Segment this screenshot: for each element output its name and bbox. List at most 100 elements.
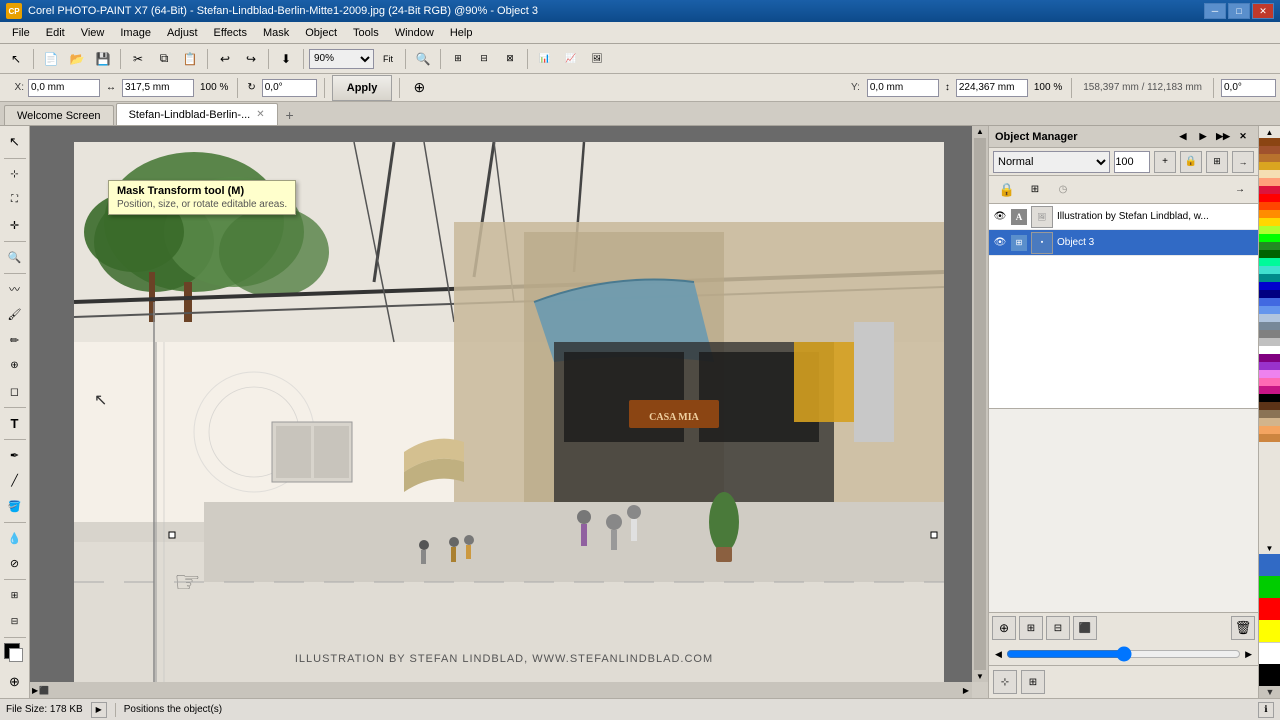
menu-file[interactable]: File: [4, 25, 38, 41]
panel-nav-fwd2[interactable]: ▶▶: [1214, 128, 1232, 146]
color-swatch[interactable]: [1259, 330, 1280, 338]
color-swatch[interactable]: [1259, 242, 1280, 250]
tab-welcome[interactable]: Welcome Screen: [4, 105, 114, 125]
swatch-white[interactable]: [1259, 642, 1280, 664]
panel-close[interactable]: ✕: [1234, 128, 1252, 146]
object-row-3[interactable]: 👁 ⊞ ▪ Object 3: [989, 230, 1258, 256]
zoom-fit[interactable]: Fit: [376, 47, 400, 71]
tool-grid2[interactable]: ⊟: [2, 609, 28, 634]
color-swatch[interactable]: [1259, 186, 1280, 194]
tool-line[interactable]: ╱: [2, 468, 28, 493]
palette-scroll-down[interactable]: ▼: [1259, 542, 1280, 554]
menu-adjust[interactable]: Adjust: [159, 25, 206, 41]
v-scroll-track[interactable]: [974, 138, 986, 670]
color-swatch[interactable]: [1259, 370, 1280, 378]
opacity-plus-btn[interactable]: +: [1154, 151, 1176, 173]
tool-eraser[interactable]: ◻: [2, 379, 28, 404]
tool-freehand[interactable]: 〰: [2, 276, 28, 301]
angle-input[interactable]: [262, 79, 317, 97]
swatch-green[interactable]: [1259, 576, 1280, 598]
combine-btn[interactable]: ⊞: [1019, 616, 1043, 640]
color-swatch[interactable]: [1259, 434, 1280, 442]
menu-image[interactable]: Image: [112, 25, 159, 41]
color-swatch[interactable]: [1259, 218, 1280, 226]
scroll-right-btn[interactable]: ▶: [960, 685, 972, 696]
color-swatch[interactable]: [1259, 202, 1280, 210]
color-swatch[interactable]: [1259, 194, 1280, 202]
tool-open[interactable]: 📂: [65, 47, 89, 71]
width-input[interactable]: [122, 79, 194, 97]
panel-slider[interactable]: [1006, 646, 1241, 662]
tool-extra3[interactable]: 🖼: [585, 47, 609, 71]
tool-effect-brush[interactable]: ✏: [2, 328, 28, 353]
menu-window[interactable]: Window: [387, 25, 442, 41]
tool-view2[interactable]: ⊟: [472, 47, 496, 71]
close-button[interactable]: ✕: [1252, 3, 1274, 19]
tool-crop[interactable]: ⛶: [2, 187, 28, 212]
swatch-blue[interactable]: [1259, 554, 1280, 576]
eye-icon-2[interactable]: 👁: [993, 236, 1007, 250]
color-swatch[interactable]: [1259, 338, 1280, 346]
color-swatch[interactable]: [1259, 418, 1280, 426]
menu-help[interactable]: Help: [442, 25, 481, 41]
tool-select[interactable]: ↖: [2, 130, 28, 155]
color-swatch[interactable]: [1259, 258, 1280, 266]
align-btn[interactable]: ⊞: [1021, 670, 1045, 694]
tool-extra1[interactable]: 📊: [533, 47, 557, 71]
tool-pen[interactable]: ✒: [2, 443, 28, 468]
tool-zoom[interactable]: 🔍: [2, 245, 28, 270]
add-button[interactable]: ⊕: [407, 76, 431, 100]
color-swatch[interactable]: [1259, 178, 1280, 186]
color-swatch[interactable]: [1259, 282, 1280, 290]
color-swatch[interactable]: [1259, 386, 1280, 394]
menu-view[interactable]: View: [73, 25, 113, 41]
opacity-lock-btn[interactable]: 🔒: [1180, 151, 1202, 173]
tool-copy[interactable]: ⧉: [152, 47, 176, 71]
canvas-nav-btn[interactable]: ⬛: [39, 686, 49, 695]
scroll-up-btn[interactable]: ▲: [973, 126, 987, 137]
tool-cut[interactable]: ✂: [126, 47, 150, 71]
color-swatch[interactable]: [1259, 298, 1280, 306]
palette-expand[interactable]: ▼: [1259, 686, 1280, 698]
tool-pointer[interactable]: ↖: [4, 47, 28, 71]
color-swatch[interactable]: [1259, 426, 1280, 434]
tool-view3[interactable]: ⊠: [498, 47, 522, 71]
tool-add-canvas[interactable]: ⊕: [2, 669, 28, 694]
color-swatch[interactable]: [1259, 346, 1280, 354]
swatch-black[interactable]: [1259, 664, 1280, 686]
color-swatch[interactable]: [1259, 410, 1280, 418]
swatch-red[interactable]: [1259, 598, 1280, 620]
panel-nav-back[interactable]: ◀: [1174, 128, 1192, 146]
file-info-btn[interactable]: ▶: [91, 702, 107, 718]
tool-eyedropper[interactable]: 💧: [2, 526, 28, 551]
tool-paste[interactable]: 📋: [178, 47, 202, 71]
tool-import[interactable]: ⬇: [274, 47, 298, 71]
menu-effects[interactable]: Effects: [206, 25, 255, 41]
color-swatch[interactable]: [1259, 378, 1280, 386]
panel-nav-fwd[interactable]: ▶: [1194, 128, 1212, 146]
color-swatch[interactable]: [1259, 362, 1280, 370]
color-swatch[interactable]: [1259, 402, 1280, 410]
y-input[interactable]: [867, 79, 939, 97]
color-swatch[interactable]: [1259, 210, 1280, 218]
tool-blend[interactable]: ⊘: [2, 552, 28, 577]
tab-close-icon[interactable]: ✕: [256, 109, 264, 120]
tool-clone[interactable]: ⊕: [2, 354, 28, 379]
opacity-extra-btn[interactable]: ⊞: [1206, 151, 1228, 173]
tool-extra2[interactable]: 📈: [559, 47, 583, 71]
x-input[interactable]: [28, 79, 100, 97]
color-swatch[interactable]: [1259, 138, 1280, 146]
color-swatch[interactable]: [1259, 226, 1280, 234]
color-swatch[interactable]: [1259, 250, 1280, 258]
canvas-area[interactable]: CASA MIA 74: [30, 126, 988, 698]
transform-btn[interactable]: ⊹: [993, 670, 1017, 694]
tab-add-button[interactable]: +: [280, 105, 300, 125]
minimize-button[interactable]: ─: [1204, 3, 1226, 19]
opacity-arrow-btn[interactable]: →: [1232, 151, 1254, 173]
color-swatch[interactable]: [1259, 146, 1280, 154]
delete-object-btn[interactable]: 🗑: [1231, 616, 1255, 640]
merge-btn[interactable]: ⬛: [1073, 616, 1097, 640]
v-scrollbar[interactable]: ▲ ▼: [972, 126, 988, 682]
color-swatch[interactable]: [1259, 266, 1280, 274]
tool-fill[interactable]: 🪣: [2, 494, 28, 519]
